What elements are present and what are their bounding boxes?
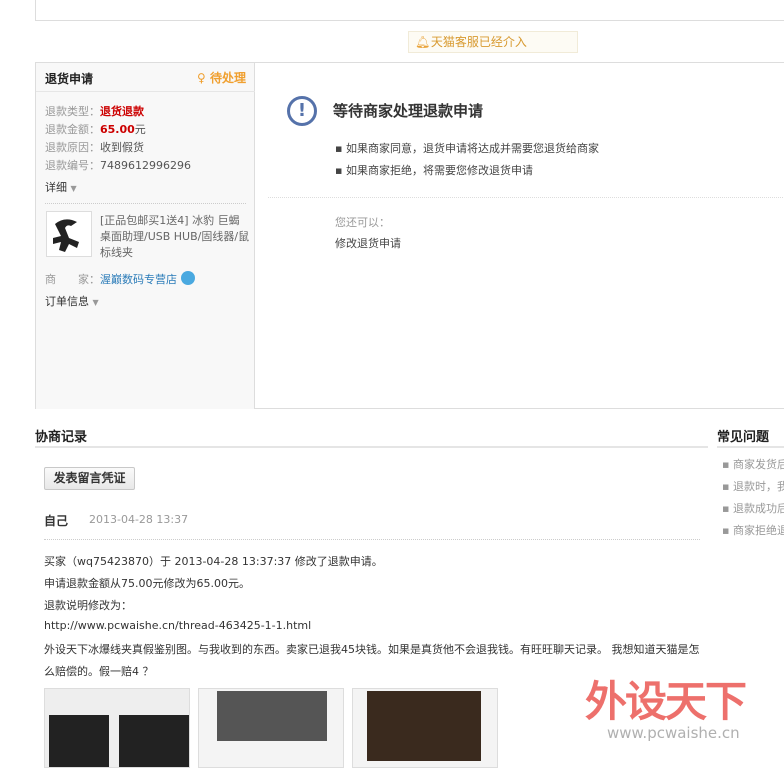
faq-item[interactable]: ▪ 商家发货后 xyxy=(722,456,784,472)
detail-toggle[interactable]: 详细 ▼ xyxy=(45,179,77,195)
refund-status: ♀︎ 待处理 xyxy=(197,71,246,85)
refund-number: 退款编号：7489612996296 xyxy=(45,159,191,172)
post-evidence-button[interactable]: 发表留言凭证 xyxy=(44,467,135,490)
refund-summary: 退货申请 ♀︎ 待处理 退款类型：退货退款 退款金额：65.00元 退款原因：收… xyxy=(35,63,255,409)
faq-title: 常见问题 xyxy=(717,430,770,445)
bell-icon: 🔔︎ xyxy=(415,35,431,49)
seller-link[interactable]: 渥巅数码专营店 xyxy=(100,273,177,286)
refund-type: 退款类型：退货退款 xyxy=(45,105,144,118)
message-time: 2013-04-28 13:37 xyxy=(89,513,189,526)
evidence-image[interactable] xyxy=(352,688,498,768)
modify-refund-link[interactable]: 修改退货申请 xyxy=(335,235,401,251)
chevron-down-icon: ▼ xyxy=(70,184,77,193)
status-title: 等待商家处理退款申请 xyxy=(333,102,484,120)
product-title[interactable]: [正品包邮买1送4] 冰豹 巨蝎 桌面助理/USB HUB/固线器/鼠标线夹 xyxy=(100,213,250,261)
message-line: 外设天下冰爆线夹真假鉴别图。与我收到的东西。卖家已退我45块钱。如果是真货他不会… xyxy=(44,643,700,656)
message-line: 么赔偿的。假一赔4 ？ xyxy=(44,665,154,678)
message-line: 买家（wq75423870）于 2013-04-28 13:37:37 修改了退… xyxy=(44,555,383,568)
watermark-logo: 外设天下 www.pcwaishe.cn xyxy=(585,677,747,742)
order-info-toggle[interactable]: 订单信息 ▼ xyxy=(45,293,99,309)
message-line: http://www.pcwaishe.cn/thread-463425-1-1… xyxy=(44,619,312,632)
lightbulb-icon: ♀︎ xyxy=(197,71,206,85)
evidence-image[interactable] xyxy=(44,688,190,768)
faq-item[interactable]: ▪ 商家拒绝退 xyxy=(722,522,784,538)
top-panel xyxy=(35,0,784,21)
message-line: 申请退款金额从75.00元修改为65.00元。 xyxy=(44,577,250,590)
status-bullet: ▪ 如果商家拒绝，将需要您修改退货申请 xyxy=(335,164,533,177)
chevron-down-icon: ▼ xyxy=(92,298,99,307)
negotiation-title: 协商记录 xyxy=(35,430,88,445)
exclamation-icon: ! xyxy=(287,96,317,126)
wangwang-chat-icon[interactable] xyxy=(180,271,195,285)
can-label: 您还可以： xyxy=(335,216,390,229)
seller-row: 商 家：渥巅数码专营店 xyxy=(45,271,195,287)
message-author: 自己 xyxy=(44,514,69,528)
service-intervened-notice: 🔔︎ 天猫客服已经介入 xyxy=(408,31,578,53)
status-bullet: ▪ 如果商家同意，退货申请将达成并需要您退货给商家 xyxy=(335,142,599,155)
faq-item[interactable]: ▪ 退款成功后 xyxy=(722,500,784,516)
refund-header: 退货申请 xyxy=(45,72,94,86)
refund-panel: 退货申请 ♀︎ 待处理 退款类型：退货退款 退款金额：65.00元 退款原因：收… xyxy=(35,62,784,409)
refund-amount: 退款金额：65.00元 xyxy=(45,123,146,136)
message-line: 退款说明修改为： xyxy=(44,599,132,612)
refund-reason: 退款原因：收到假货 xyxy=(45,141,144,154)
product-thumbnail[interactable] xyxy=(46,211,92,257)
evidence-image[interactable] xyxy=(198,688,344,768)
faq-item[interactable]: ▪ 退款时，我 xyxy=(722,478,784,494)
notice-text: 天猫客服已经介入 xyxy=(430,35,527,49)
